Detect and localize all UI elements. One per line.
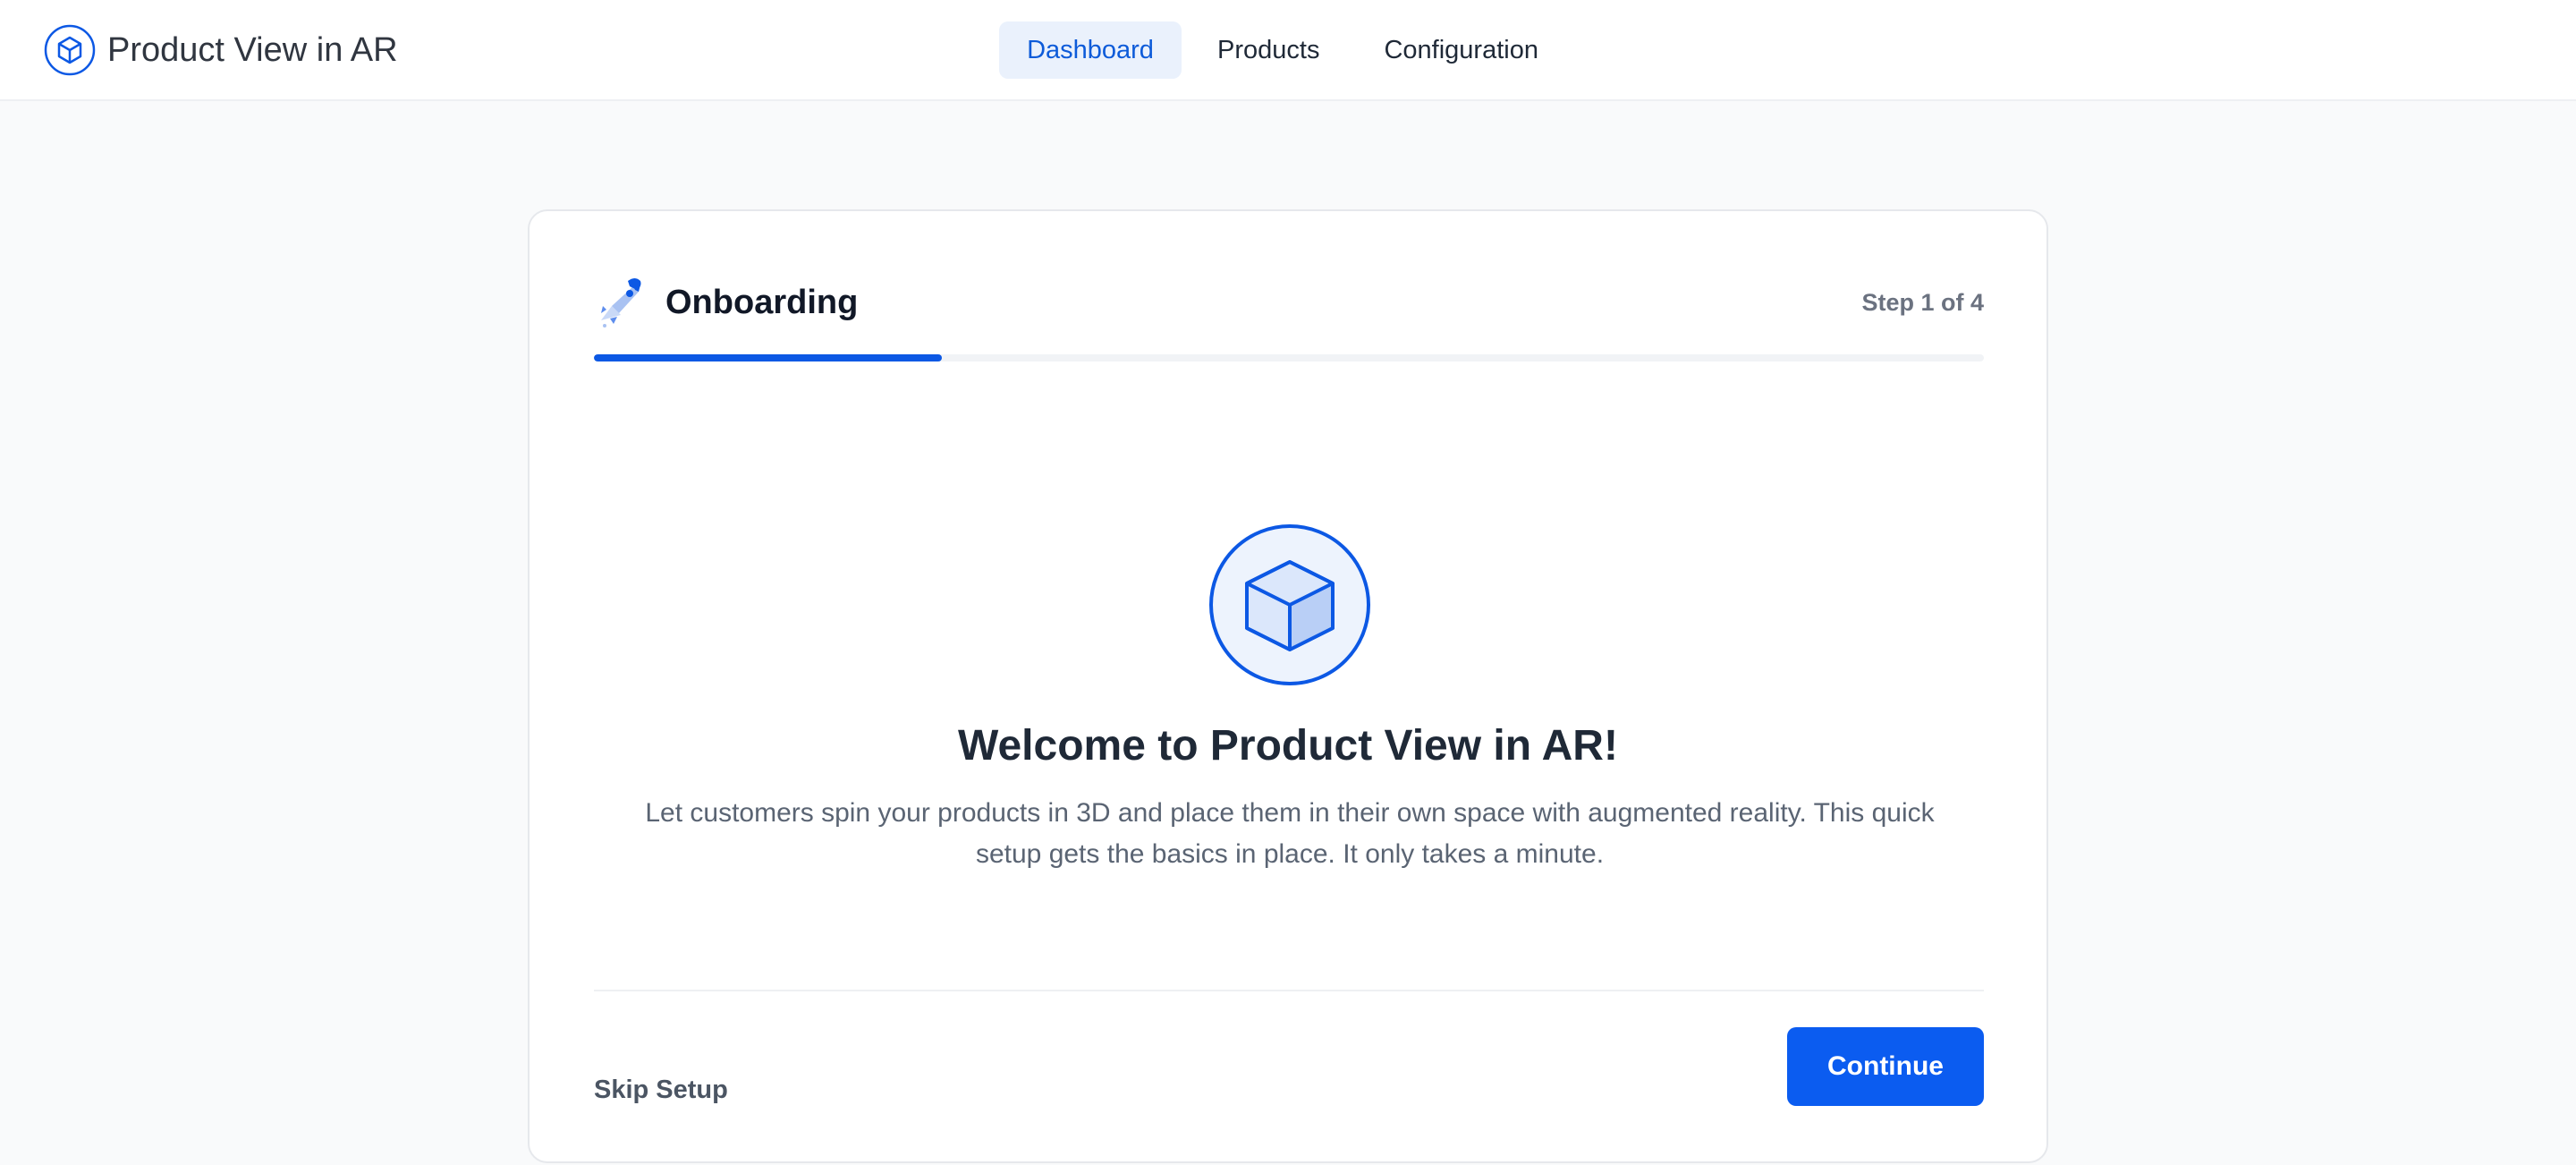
brand[interactable]: Product View in AR	[43, 21, 398, 79]
continue-button[interactable]: Continue	[1787, 1027, 1984, 1106]
nav-products[interactable]: Products	[1191, 21, 1346, 79]
top-navigation-bar: Product View in AR Dashboard Products Co…	[0, 0, 2576, 101]
skip-setup-button[interactable]: Skip Setup	[594, 1065, 728, 1115]
nav-configuration[interactable]: Configuration	[1357, 21, 1565, 79]
cube-icon	[44, 24, 96, 76]
main-nav: Dashboard Products Configuration	[999, 21, 1565, 79]
onboarding-header: Onboarding Step 1 of 4	[594, 274, 1984, 331]
app-title: Product View in AR	[107, 30, 398, 69]
footer-divider	[594, 990, 1984, 991]
nav-dashboard[interactable]: Dashboard	[999, 21, 1182, 79]
step-indicator: Step 1 of 4	[1861, 288, 1984, 316]
onboarding-card: Onboarding Step 1 of 4 Welcome to Produc…	[528, 209, 2048, 1163]
onboarding-title: Onboarding	[665, 283, 859, 321]
welcome-description: Let customers spin your products in 3D a…	[645, 798, 1935, 869]
rocket-icon	[601, 278, 641, 327]
progress-fill	[594, 354, 942, 361]
progress-bar	[594, 354, 1984, 361]
welcome-title: Welcome to Product View in AR!	[958, 722, 1618, 770]
cube-icon	[1209, 524, 1370, 685]
